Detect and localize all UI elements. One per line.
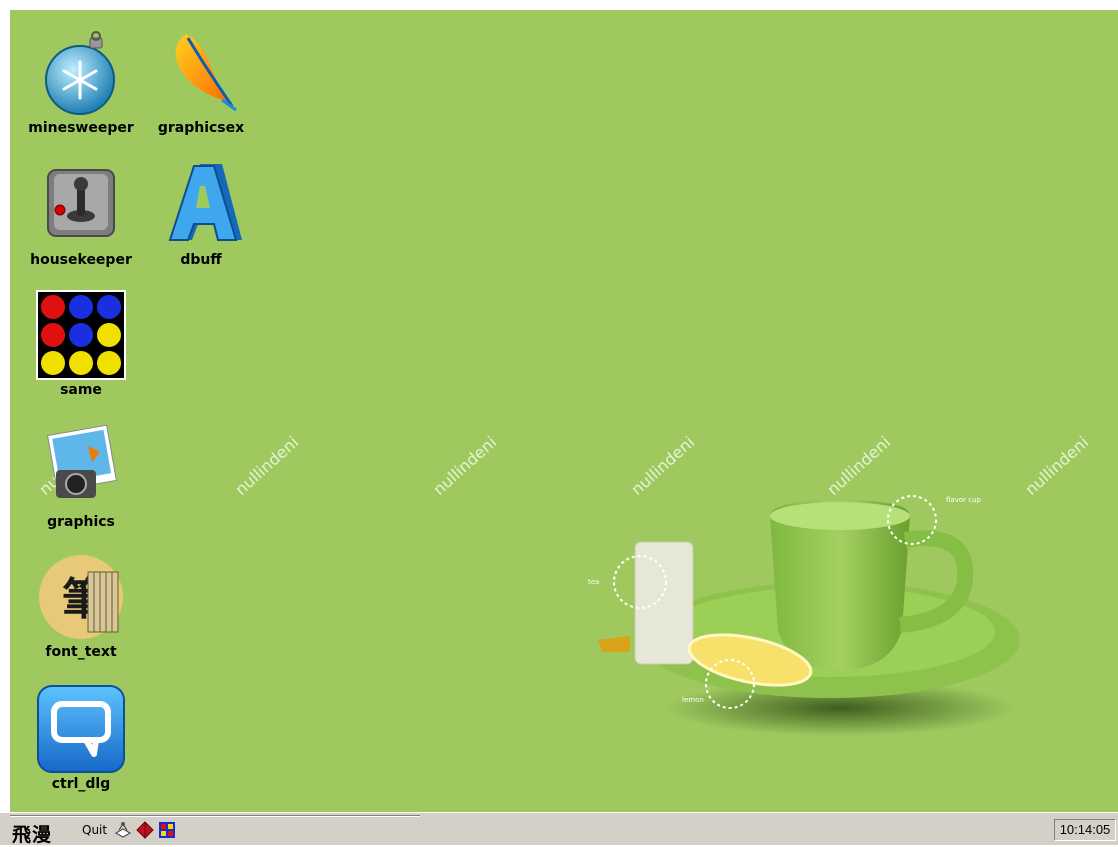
desktop-icon-label: ctrl_dlg <box>51 776 111 792</box>
teacup-label: tea <box>588 578 599 586</box>
teacup-label: flavor cup <box>946 496 982 504</box>
desktop-icon-same[interactable]: same <box>21 290 141 398</box>
desktop-icon-label: graphicsex <box>157 120 245 136</box>
joystick-icon <box>47 169 115 237</box>
desktop-icon-graphics[interactable]: graphics <box>21 422 141 530</box>
desktop-icon-label: dbuff <box>180 252 222 268</box>
watermark: nullindeni <box>1021 432 1093 499</box>
desktop-icon-label: same <box>60 382 102 398</box>
calligraphy-icon: 筆 <box>39 555 123 639</box>
quit-button[interactable]: Quit <box>82 823 107 837</box>
desktop-icon-housekeeper[interactable]: housekeeper <box>21 160 141 268</box>
snowflake-ornament-icon <box>45 31 115 115</box>
desktop-icon-label: graphics <box>47 514 115 530</box>
desktop-icon-dbuff[interactable]: dbuff <box>141 160 261 268</box>
speech-bubble-icon <box>37 685 125 773</box>
start-logo[interactable]: 飛漫 <box>12 820 52 847</box>
network-icon[interactable] <box>114 821 132 839</box>
camera-photo-icon <box>47 424 117 498</box>
letter-a-icon <box>168 164 242 241</box>
teacup-label: lemon <box>682 696 704 704</box>
desktop-icon-label: minesweeper <box>28 120 134 136</box>
desktop: nullindeni nullindeni nullindeni nullind… <box>10 10 1118 812</box>
diamond-icon[interactable] <box>136 821 154 839</box>
desktop-icon-minesweeper[interactable]: minesweeper <box>21 28 141 136</box>
grid-app-icon[interactable] <box>158 821 176 839</box>
feather-icon <box>175 34 237 112</box>
desktop-icon-ctrl-dlg[interactable]: ctrl_dlg <box>21 684 141 792</box>
desktop-icon-label: housekeeper <box>30 252 132 268</box>
desktop-icon-font-text[interactable]: 筆 font_text <box>21 552 141 660</box>
desktop-icon-graphicsex[interactable]: graphicsex <box>141 28 261 136</box>
watermark: nullindeni <box>429 432 501 499</box>
clock[interactable]: 10:14:05 <box>1054 819 1116 841</box>
colored-balls-icon <box>36 290 126 380</box>
taskbar: 飛漫 Quit 10:14:05 <box>0 812 1118 847</box>
desktop-icon-label: font_text <box>45 644 117 660</box>
teacup-wallpaper-image: tea flavor cup lemon <box>588 495 1020 736</box>
watermark: nullindeni <box>231 432 303 499</box>
taskbar-divider <box>10 815 420 817</box>
